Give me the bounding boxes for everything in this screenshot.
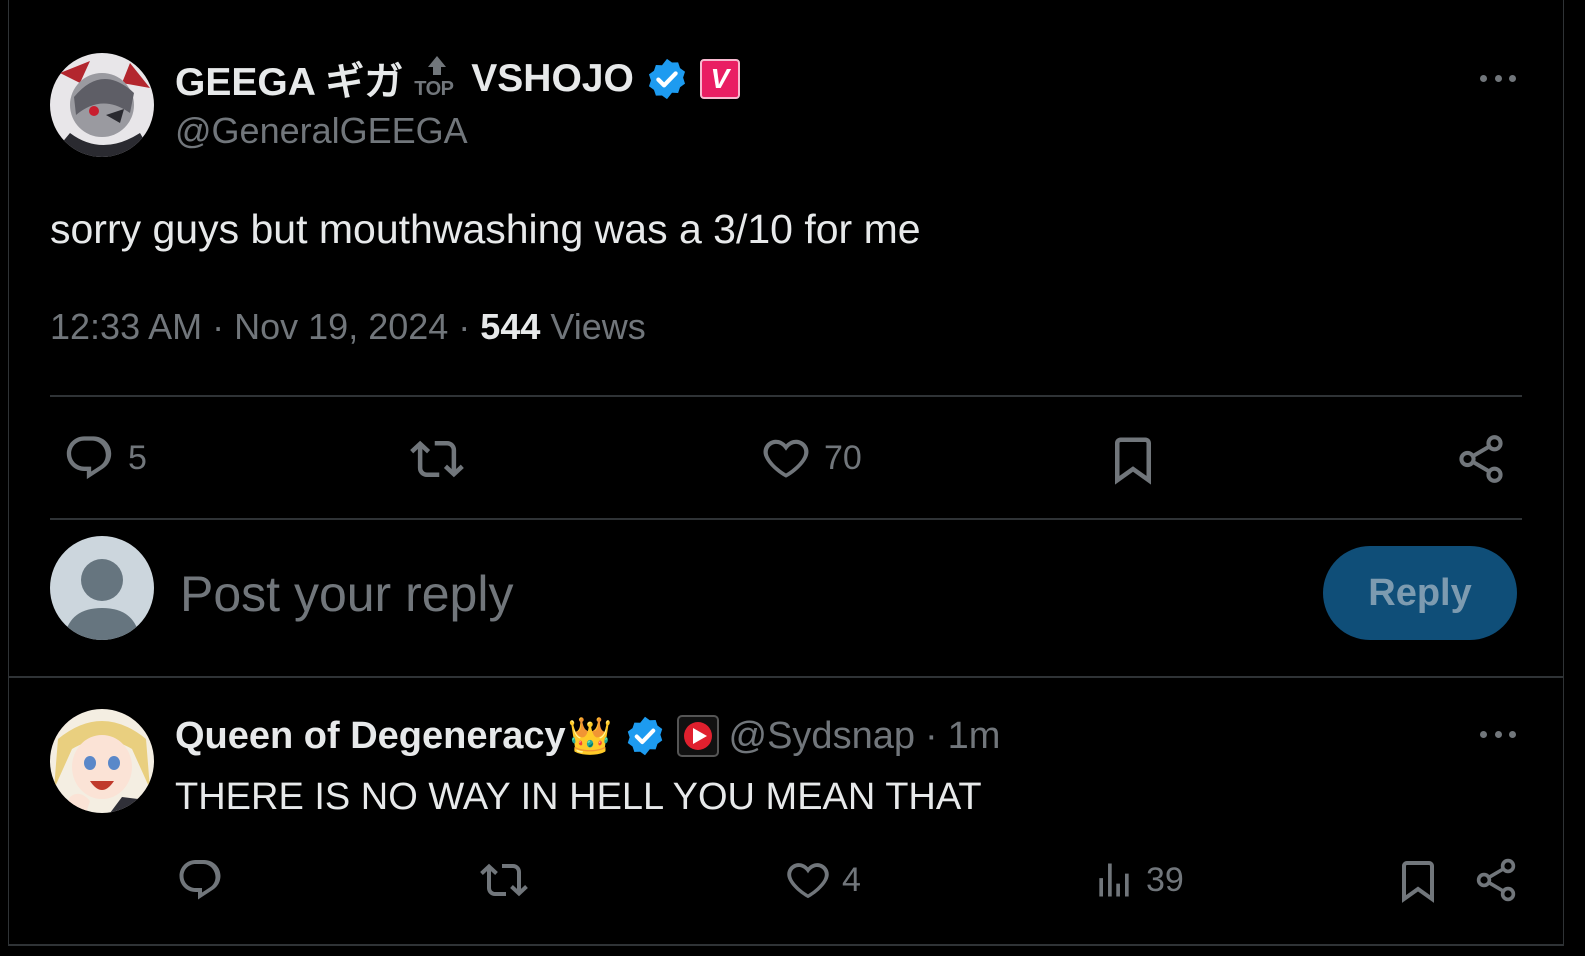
reply-author-avatar[interactable] — [50, 709, 154, 813]
author-avatar[interactable] — [50, 53, 154, 157]
author-display-name[interactable]: GEEGA ギガ — [175, 51, 403, 107]
bookmark-icon — [1106, 432, 1160, 488]
top-arrow-icon: TOP — [413, 56, 461, 102]
divider-top — [50, 395, 1522, 397]
reply-views-action[interactable]: 39 — [1092, 856, 1184, 904]
tweet-meta: 12:33 AM · Nov 19, 2024 · 544 Views — [50, 306, 646, 347]
reply-age[interactable]: 1m — [948, 715, 1001, 758]
reply-input[interactable]: Post your reply — [180, 565, 513, 623]
like-icon — [760, 432, 812, 484]
tweet-time[interactable]: 12:33 AM — [50, 306, 202, 347]
top-badge-label: TOP — [414, 78, 454, 100]
views-icon — [1092, 856, 1136, 904]
more-icon[interactable] — [1476, 68, 1520, 88]
reply-action[interactable]: 5 — [62, 432, 147, 484]
org-name: VSHOJO — [471, 57, 634, 100]
share-action[interactable] — [1454, 432, 1508, 486]
reply-button[interactable]: Reply — [1323, 546, 1517, 640]
reply-count: 5 — [128, 438, 147, 477]
like-icon — [784, 856, 832, 904]
share-icon — [1472, 856, 1520, 904]
reply-icon — [176, 856, 224, 904]
like-count: 70 — [824, 438, 862, 477]
default-avatar-icon — [50, 536, 154, 640]
verified-badge-icon[interactable] — [623, 714, 667, 758]
share-icon — [1454, 432, 1508, 486]
vshojo-badge-icon[interactable]: V — [699, 59, 740, 99]
bookmark-action[interactable] — [1106, 432, 1160, 488]
reply-share-action[interactable] — [1472, 856, 1520, 904]
vshojo-badge-letter: V — [710, 63, 730, 94]
reply-icon — [62, 432, 116, 484]
verified-badge-icon[interactable] — [644, 56, 690, 102]
thread-separator — [8, 676, 1564, 678]
reply-views-count: 39 — [1146, 860, 1184, 899]
reply-handle[interactable]: @Sydsnap — [729, 715, 915, 758]
reply-repost-action[interactable] — [478, 856, 530, 904]
affiliate-play-icon[interactable] — [676, 715, 719, 757]
tweet-text: sorry guys but mouthwashing was a 3/10 f… — [50, 206, 921, 252]
bookmark-icon — [1394, 856, 1442, 906]
reply-header: Queen of Degeneracy 👑 @Sydsnap · 1m — [175, 712, 1000, 760]
reply-reply-action[interactable] — [176, 856, 224, 904]
reply-more-icon[interactable] — [1476, 724, 1520, 744]
views-label: Views — [550, 306, 646, 347]
tweet-date[interactable]: Nov 19, 2024 — [234, 306, 448, 347]
reply-like-action[interactable]: 4 — [784, 856, 861, 904]
author-handle[interactable]: @GeneralGEEGA — [175, 110, 468, 152]
author-name-row[interactable]: GEEGA ギガ TOP VSHOJO V — [175, 56, 740, 104]
repost-icon — [408, 432, 466, 486]
repost-icon — [478, 856, 530, 904]
divider-bottom — [50, 518, 1522, 520]
reply-bookmark-action[interactable] — [1394, 856, 1442, 906]
crown-emoji-icon: 👑 — [567, 715, 613, 756]
reply-like-count: 4 — [842, 860, 861, 899]
repost-action[interactable] — [408, 432, 466, 486]
views-count: 544 — [480, 306, 541, 347]
reply-text: THERE IS NO WAY IN HELL YOU MEAN THAT — [175, 776, 982, 818]
like-action[interactable]: 70 — [760, 432, 862, 484]
reply-display-name[interactable]: Queen of Degeneracy — [175, 715, 566, 758]
reply-meta-separator: · — [924, 714, 938, 757]
